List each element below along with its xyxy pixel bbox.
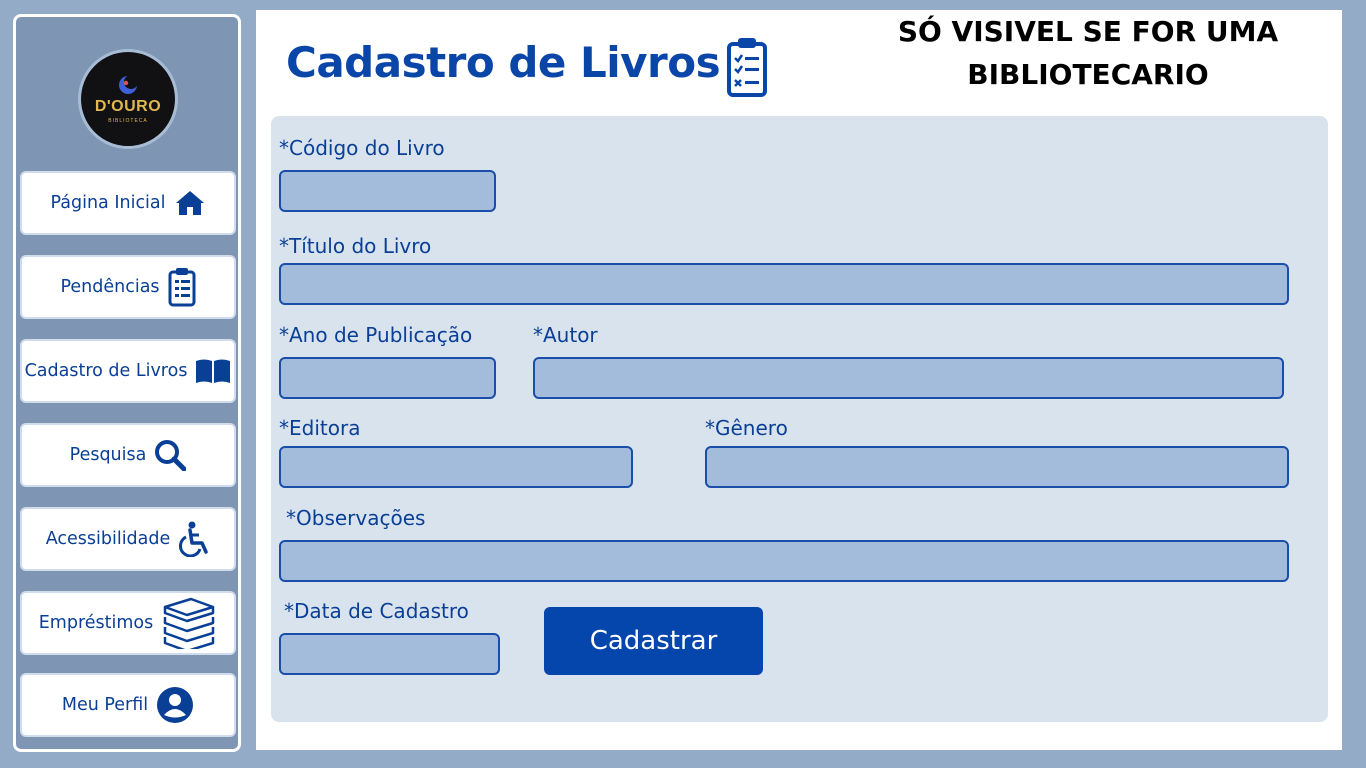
ano-input[interactable] (279, 357, 496, 399)
sidebar-item-label: Meu Perfil (61, 695, 149, 715)
sidebar-item-meu-perfil[interactable]: Meu Perfil (20, 673, 236, 737)
page-title: Cadastro de Livros (286, 38, 721, 87)
notice-line-1: SÓ VISIVEL SE FOR UMA (897, 15, 1279, 48)
sidebar-item-pesquisa[interactable]: Pesquisa (20, 423, 236, 487)
clipboard-checklist-icon (726, 36, 768, 102)
titulo-input[interactable] (279, 263, 1289, 305)
sidebar-item-label: Acessibilidade (45, 529, 171, 549)
codigo-input[interactable] (279, 170, 496, 212)
sidebar-item-emprestimos[interactable]: Empréstimos (20, 591, 236, 655)
editora-label: *Editora (279, 416, 361, 440)
sidebar-item-label: Pendências (60, 277, 160, 297)
home-icon (174, 189, 206, 217)
sidebar-item-label: Página Inicial (50, 193, 166, 213)
titulo-label: *Título do Livro (279, 234, 432, 258)
ano-label: *Ano de Publicação (279, 323, 473, 347)
sidebar-item-cadastro-de-livros[interactable]: Cadastro de Livros (20, 339, 236, 403)
books-stack-icon (161, 597, 217, 649)
data-cadastro-label: *Data de Cadastro (284, 599, 469, 623)
book-registration-form: *Código do Livro *Título do Livro *Ano d… (271, 116, 1328, 722)
sidebar-item-label: Pesquisa (69, 445, 147, 465)
codigo-label: *Código do Livro (279, 136, 445, 160)
library-logo[interactable]: D'OURO BIBLIOTECA (78, 49, 178, 149)
main-panel: Cadastro de Livros SÓ VISIVEL SE FOR UMA… (256, 10, 1342, 750)
autor-label: *Autor (533, 323, 598, 347)
genero-label: *Gênero (705, 416, 788, 440)
crescent-emblem-icon (119, 75, 138, 94)
editora-input[interactable] (279, 446, 633, 488)
sidebar-item-label: Empréstimos (38, 613, 154, 633)
sidebar-item-pendencias[interactable]: Pendências (20, 255, 236, 319)
wheelchair-icon (178, 521, 210, 557)
data-cadastro-input[interactable] (279, 633, 500, 675)
user-icon (156, 686, 194, 724)
sidebar-item-label: Cadastro de Livros (24, 361, 188, 381)
cadastrar-button[interactable]: Cadastrar (544, 607, 763, 675)
clipboard-icon (168, 267, 196, 307)
genero-input[interactable] (705, 446, 1289, 488)
sidebar: D'OURO BIBLIOTECA Página Inicial Pendênc… (13, 14, 241, 752)
observacoes-input[interactable] (279, 540, 1289, 582)
notice-line-2: BIBLIOTECARIO (967, 58, 1209, 91)
autor-input[interactable] (533, 357, 1284, 399)
book-open-icon (195, 358, 231, 384)
observacoes-label: *Observações (286, 506, 426, 530)
brand-name: D'OURO (94, 98, 162, 115)
search-icon (154, 439, 187, 471)
sidebar-item-pagina-inicial[interactable]: Página Inicial (20, 171, 236, 235)
brand-subtitle: BIBLIOTECA (108, 118, 148, 124)
sidebar-item-acessibilidade[interactable]: Acessibilidade (20, 507, 236, 571)
librarian-only-notice: SÓ VISIVEL SE FOR UMA BIBLIOTECARIO (876, 10, 1300, 96)
